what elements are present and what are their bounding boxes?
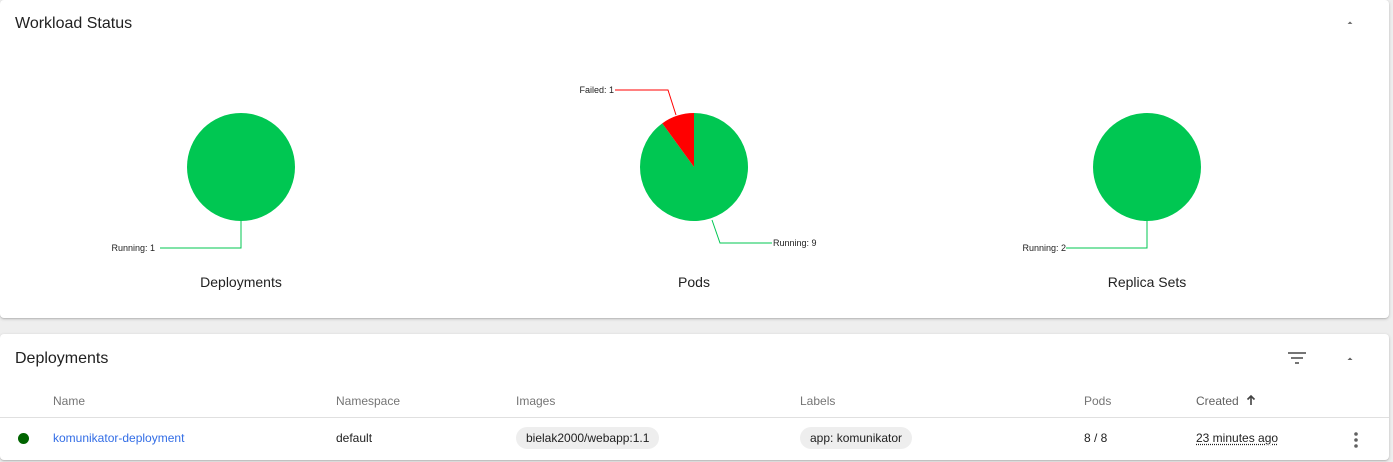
pie-chart-replica-sets: Running: 2 Replica Sets [1022, 113, 1201, 290]
column-header-labels: Labels [800, 394, 836, 408]
deployments-title: Deployments [15, 350, 109, 367]
leader-line [711, 219, 772, 244]
image-chip: bielak2000/webapp:1.1 [516, 427, 660, 449]
status-indicator [18, 433, 29, 444]
chart-title: Replica Sets [1108, 274, 1187, 290]
row-actions-button[interactable] [1344, 428, 1368, 452]
column-header-name[interactable]: Name [53, 394, 85, 408]
slice-label: Failed: 1 [579, 85, 614, 95]
deployment-name-link[interactable]: komunikator-deployment [53, 431, 184, 445]
label-chip: app: komunikator [800, 427, 913, 449]
chart-title: Deployments [200, 274, 282, 290]
pie-chart-deployments: Running: 1 Deployments [111, 113, 295, 290]
deployments-card: Deployments Name Namespace Images Labels… [0, 334, 1389, 460]
column-header-images: Images [516, 394, 556, 408]
slice-label: Running: 9 [773, 238, 817, 248]
column-header-created[interactable]: Created [1196, 394, 1257, 408]
slice-label: Running: 1 [111, 243, 155, 253]
slice-label: Running: 2 [1022, 243, 1066, 253]
chart-title: Pods [678, 274, 710, 290]
pie-slice-running [187, 113, 295, 221]
pie-slice-running [1093, 113, 1201, 221]
filter-icon [1288, 352, 1306, 364]
arrow-up-icon [1246, 394, 1256, 405]
collapse-deployments-button[interactable] [1338, 346, 1362, 370]
header-divider [0, 417, 1389, 418]
column-header-pods: Pods [1084, 394, 1112, 408]
column-header-namespace[interactable]: Namespace [336, 394, 400, 408]
deployment-pods: 8 / 8 [1084, 431, 1108, 445]
deployment-namespace: default [336, 431, 373, 445]
leader-line [1066, 221, 1148, 249]
deployment-created: 23 minutes ago [1196, 431, 1279, 445]
leader-line [160, 221, 242, 249]
workload-status-card: Workload Status Running: 1 Deployments Run… [0, 0, 1389, 318]
more-vert-icon [1354, 432, 1358, 448]
workload-charts: Running: 1 Deployments Running: 9 Failed: 1… [111, 85, 1201, 290]
filter-button[interactable] [1285, 346, 1309, 370]
pie-chart-pods: Running: 9 Failed: 1 Pods [579, 85, 816, 290]
chevron-up-icon [1347, 357, 1353, 360]
column-header-created-label: Created [1196, 394, 1239, 408]
leader-line [615, 89, 677, 116]
